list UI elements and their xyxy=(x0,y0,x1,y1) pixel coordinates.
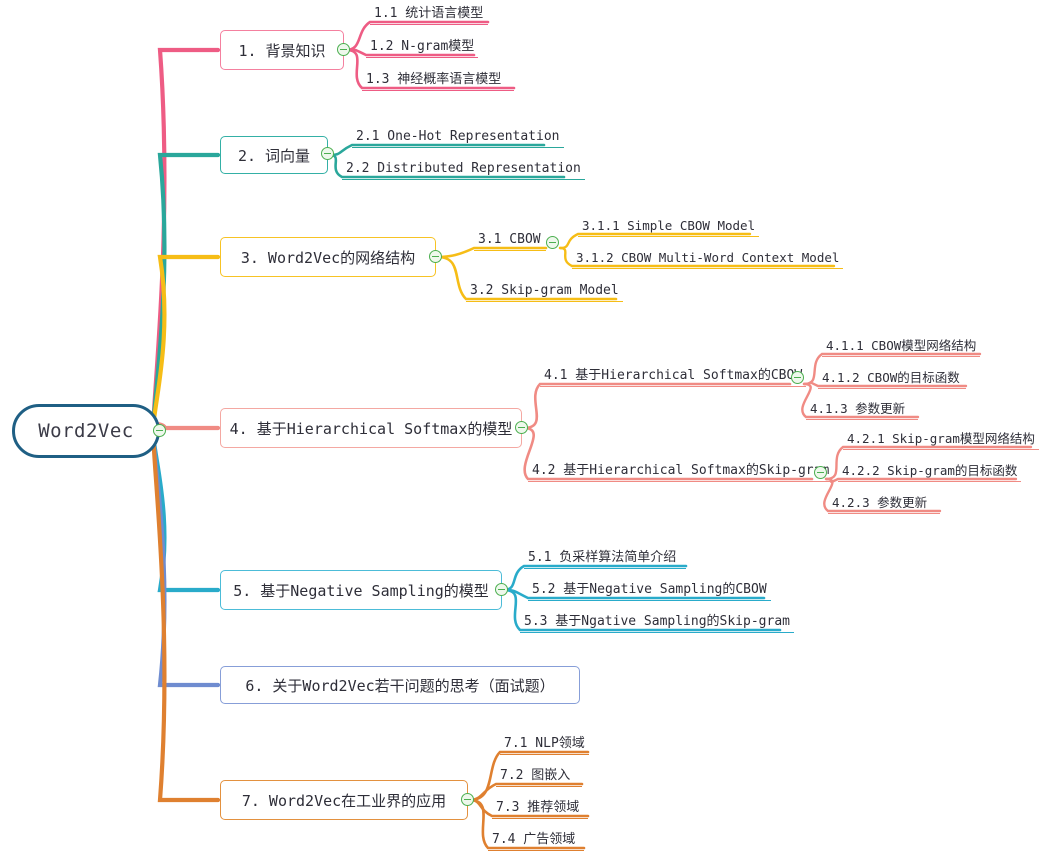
leaf-node-4-1-2[interactable]: 4.1.2 CBOW的目标函数 xyxy=(818,369,966,389)
branch-node-label: 4. 基于Hierarchical Softmax的模型 xyxy=(229,419,513,438)
sub-node-label: 4.1 基于Hierarchical Softmax的CBOW xyxy=(544,368,803,383)
leaf-node-label: 4.2.1 Skip-gram模型网络结构 xyxy=(847,431,1035,446)
collapse-toggle-sub-4-2[interactable] xyxy=(814,466,827,479)
branch-node-4[interactable]: 4. 基于Hierarchical Softmax的模型 xyxy=(220,408,522,448)
leaf-node-label: 4.1.1 CBOW模型网络结构 xyxy=(826,338,977,353)
branch-node-6[interactable]: 6. 关于Word2Vec若干问题的思考（面试题） xyxy=(220,666,580,704)
leaf-node-label: 4.2.2 Skip-gram的目标函数 xyxy=(842,463,1018,478)
leaf-node-4-1-3[interactable]: 4.1.3 参数更新 xyxy=(806,400,918,420)
collapse-toggle-branch-3[interactable] xyxy=(429,250,442,263)
sub-node-5-2[interactable]: 5.2 基于Negative Sampling的CBOW xyxy=(528,581,771,601)
collapse-toggle-branch-1[interactable] xyxy=(337,43,350,56)
branch-node-5[interactable]: 5. 基于Negative Sampling的模型 xyxy=(220,570,502,610)
collapse-toggle-branch-2[interactable] xyxy=(321,147,334,160)
sub-node-5-3[interactable]: 5.3 基于Ngative Sampling的Skip-gram xyxy=(520,613,794,633)
sub-node-label: 4.2 基于Hierarchical Softmax的Skip-gram xyxy=(532,463,830,478)
sub-node-7-4[interactable]: 7.4 广告领域 xyxy=(488,831,584,851)
sub-node-3-2[interactable]: 3.2 Skip-gram Model xyxy=(466,282,623,302)
sub-node-label: 2.1 One-Hot Representation xyxy=(356,129,560,144)
sub-node-1-1[interactable]: 1.1 统计语言模型 xyxy=(370,5,488,25)
mindmap-canvas: Word2Vec 1. 背景知识 1.1 统计语言模型 1.2 N-gram模型 1.3… xyxy=(0,0,1044,860)
leaf-node-4-2-3[interactable]: 4.2.3 参数更新 xyxy=(828,494,940,514)
leaf-node-label: 3.1.1 Simple CBOW Model xyxy=(582,218,756,233)
sub-node-label: 3.2 Skip-gram Model xyxy=(470,283,619,298)
sub-node-5-1[interactable]: 5.1 负采样算法简单介绍 xyxy=(524,549,686,569)
sub-node-label: 1.3 神经概率语言模型 xyxy=(366,72,502,87)
branch-node-3[interactable]: 3. Word2Vec的网络结构 xyxy=(220,237,436,277)
collapse-toggle-sub-4-1[interactable] xyxy=(791,371,804,384)
collapse-toggle-sub-3-1[interactable] xyxy=(546,236,559,249)
sub-node-label: 1.1 统计语言模型 xyxy=(374,6,484,21)
sub-node-2-2[interactable]: 2.2 Distributed Representation xyxy=(342,160,585,180)
edge xyxy=(151,428,221,803)
edge xyxy=(151,47,221,434)
leaf-node-4-1-1[interactable]: 4.1.1 CBOW模型网络结构 xyxy=(822,337,981,357)
sub-node-label: 7.2 图嵌入 xyxy=(500,768,571,783)
sub-node-1-3[interactable]: 1.3 神经概率语言模型 xyxy=(362,71,514,91)
leaf-node-label: 4.1.2 CBOW的目标函数 xyxy=(822,370,960,385)
branch-node-7[interactable]: 7. Word2Vec在工业界的应用 xyxy=(220,780,468,820)
leaf-node-3-1-2[interactable]: 3.1.2 CBOW Multi-Word Context Model xyxy=(572,249,844,269)
sub-node-7-3[interactable]: 7.3 推荐领域 xyxy=(492,799,588,819)
edge xyxy=(151,428,221,688)
sub-node-label: 2.2 Distributed Representation xyxy=(346,161,581,176)
leaf-node-label: 4.2.3 参数更新 xyxy=(832,495,928,510)
edge xyxy=(151,428,221,593)
sub-node-label: 5.2 基于Negative Sampling的CBOW xyxy=(532,582,767,597)
leaf-node-4-2-2[interactable]: 4.2.2 Skip-gram的目标函数 xyxy=(838,462,1022,482)
sub-node-label: 5.1 负采样算法简单介绍 xyxy=(528,550,677,565)
sub-node-2-1[interactable]: 2.1 One-Hot Representation xyxy=(352,128,564,148)
collapse-toggle-branch-5[interactable] xyxy=(495,583,508,596)
root-collapse-toggle[interactable] xyxy=(153,424,166,437)
root-node[interactable]: Word2Vec xyxy=(12,404,160,458)
leaf-node-3-1-1[interactable]: 3.1.1 Simple CBOW Model xyxy=(578,217,760,237)
sub-node-label: 5.3 基于Ngative Sampling的Skip-gram xyxy=(524,614,790,629)
branch-node-1[interactable]: 1. 背景知识 xyxy=(220,30,344,70)
branch-node-label: 1. 背景知识 xyxy=(238,41,326,60)
sub-node-label: 7.3 推荐领域 xyxy=(496,800,580,815)
edge xyxy=(522,382,792,430)
sub-node-label: 1.2 N-gram模型 xyxy=(370,39,475,54)
collapse-toggle-branch-4[interactable] xyxy=(515,421,528,434)
leaf-node-label: 3.1.2 CBOW Multi-Word Context Model xyxy=(576,250,840,265)
sub-node-3-1[interactable]: 3.1 CBOW xyxy=(474,231,546,251)
sub-node-4-1[interactable]: 4.1 基于Hierarchical Softmax的CBOW xyxy=(540,367,807,387)
sub-node-label: 7.4 广告领域 xyxy=(492,832,576,847)
sub-node-label: 3.1 CBOW xyxy=(478,232,541,247)
collapse-toggle-branch-7[interactable] xyxy=(461,793,474,806)
sub-node-4-2[interactable]: 4.2 基于Hierarchical Softmax的Skip-gram xyxy=(528,462,834,482)
sub-node-label: 7.1 NLP领域 xyxy=(504,736,585,751)
sub-node-1-2[interactable]: 1.2 N-gram模型 xyxy=(366,38,479,58)
sub-node-7-2[interactable]: 7.2 图嵌入 xyxy=(496,767,582,787)
branch-node-label: 7. Word2Vec在工业界的应用 xyxy=(241,791,447,810)
sub-node-7-1[interactable]: 7.1 NLP领域 xyxy=(500,735,589,755)
branch-node-label: 2. 词向量 xyxy=(237,146,311,165)
edge xyxy=(151,152,221,434)
edge xyxy=(151,254,221,434)
root-node-label: Word2Vec xyxy=(38,420,134,442)
branch-node-label: 3. Word2Vec的网络结构 xyxy=(240,248,416,267)
branch-node-label: 6. 关于Word2Vec若干问题的思考（面试题） xyxy=(245,676,555,695)
branch-node-2[interactable]: 2. 词向量 xyxy=(220,136,328,174)
branch-node-label: 5. 基于Negative Sampling的模型 xyxy=(233,581,489,600)
leaf-node-4-2-1[interactable]: 4.2.1 Skip-gram模型网络结构 xyxy=(843,430,1039,450)
leaf-node-label: 4.1.3 参数更新 xyxy=(810,401,906,416)
